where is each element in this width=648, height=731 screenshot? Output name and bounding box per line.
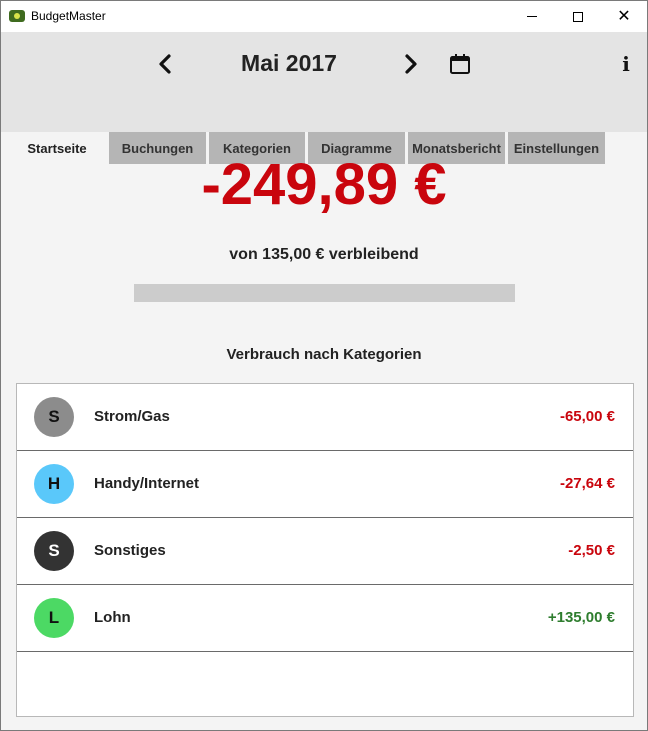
next-month-button[interactable] — [401, 52, 421, 76]
title-bar[interactable]: BudgetMaster ✕ — [1, 1, 647, 32]
maximize-button[interactable] — [555, 1, 601, 32]
previous-month-button[interactable] — [155, 52, 175, 76]
app-window: BudgetMaster ✕ Mai 2017 i Startseite Buc… — [0, 0, 648, 731]
month-header: Mai 2017 i Startseite Buchungen Kategori… — [1, 32, 647, 164]
category-name: Strom/Gas — [94, 408, 170, 425]
balance-amount: -249,89 € — [201, 152, 447, 217]
maximize-icon — [573, 11, 583, 22]
info-button[interactable]: i — [619, 53, 633, 75]
category-amount: -65,00 € — [559, 408, 615, 425]
calendar-button[interactable] — [449, 53, 471, 75]
category-amount: -2,50 € — [568, 542, 615, 559]
minimize-icon — [527, 16, 537, 17]
chevron-right-icon — [405, 54, 417, 74]
category-row[interactable]: L Lohn +135,00 € — [17, 585, 633, 652]
category-avatar: H — [34, 464, 74, 504]
category-row[interactable]: S Strom/Gas -65,00 € — [17, 384, 633, 451]
window-title: BudgetMaster — [31, 9, 106, 23]
category-name: Lohn — [94, 609, 131, 626]
chevron-left-icon — [159, 54, 171, 74]
category-avatar: S — [34, 397, 74, 437]
app-logo-icon — [9, 10, 25, 22]
current-month-label: Mai 2017 — [241, 50, 337, 76]
budget-progress-bar — [134, 284, 515, 302]
calendar-icon — [450, 54, 470, 74]
category-list: S Strom/Gas -65,00 € H Handy/Internet -2… — [16, 383, 634, 717]
category-avatar: S — [34, 531, 74, 571]
remaining-budget-text: von 135,00 € verbleibend — [229, 246, 419, 263]
minimize-button[interactable] — [509, 1, 555, 32]
close-button[interactable]: ✕ — [601, 1, 647, 32]
category-row[interactable]: H Handy/Internet -27,64 € — [17, 451, 633, 518]
category-row[interactable]: S Sonstiges -2,50 € — [17, 518, 633, 585]
categories-section-title: Verbrauch nach Kategorien — [226, 346, 422, 363]
category-name: Sonstiges — [94, 542, 166, 559]
category-name: Handy/Internet — [94, 475, 200, 492]
close-icon: ✕ — [617, 7, 631, 25]
category-avatar: L — [34, 598, 74, 638]
category-amount: +135,00 € — [547, 609, 615, 626]
category-amount: -27,64 € — [559, 475, 615, 492]
